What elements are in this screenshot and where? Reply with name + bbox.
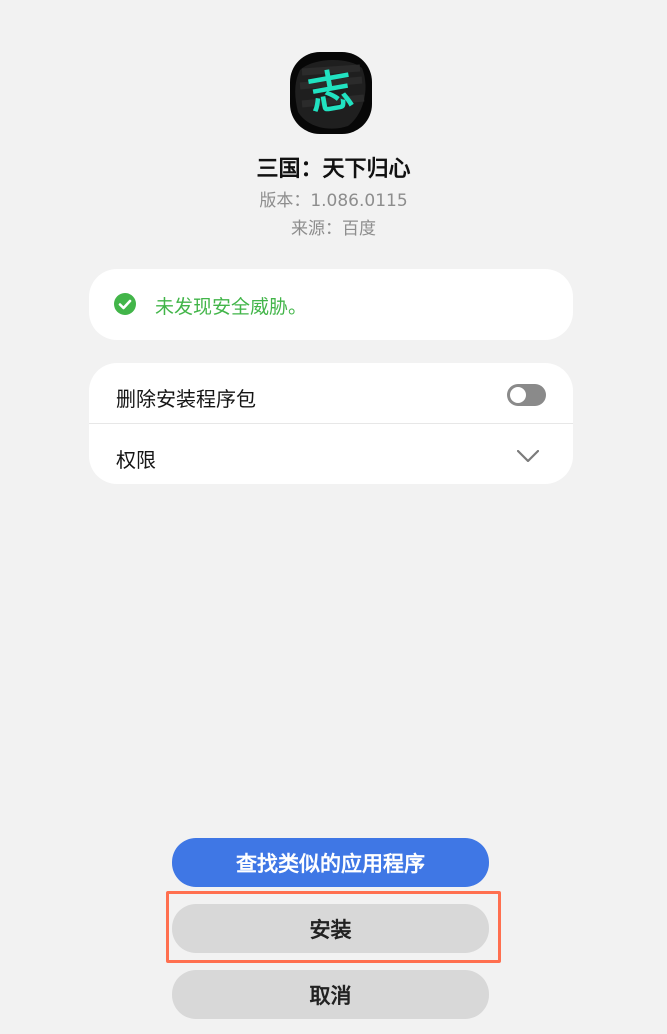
install-button[interactable]: 安装	[172, 904, 489, 953]
logo-calligraphy-mark: 志	[304, 63, 358, 122]
check-circle-icon	[114, 293, 136, 315]
app-source: 来源：百度	[291, 219, 376, 239]
find-similar-apps-button[interactable]: 查找类似的应用程序	[172, 838, 489, 887]
delete-package-label: 删除安装程序包	[116, 387, 256, 411]
cancel-button[interactable]: 取消	[172, 970, 489, 1019]
permissions-row[interactable]: 权限	[89, 424, 573, 484]
app-version: 版本：1.086.0115	[259, 191, 408, 211]
chevron-down-icon[interactable]	[517, 450, 539, 462]
security-status-card: 未发现安全威胁。	[89, 269, 573, 340]
app-name: 三国：天下归心	[256, 157, 411, 182]
security-status-text: 未发现安全威胁。	[155, 296, 308, 318]
toggle-knob	[510, 387, 526, 403]
permissions-label: 权限	[116, 448, 156, 472]
install-options-card: 删除安装程序包 权限	[89, 363, 573, 484]
delete-package-toggle[interactable]	[507, 384, 546, 406]
app-logo-icon: 志	[290, 52, 372, 134]
delete-package-row[interactable]: 删除安装程序包	[89, 363, 573, 424]
